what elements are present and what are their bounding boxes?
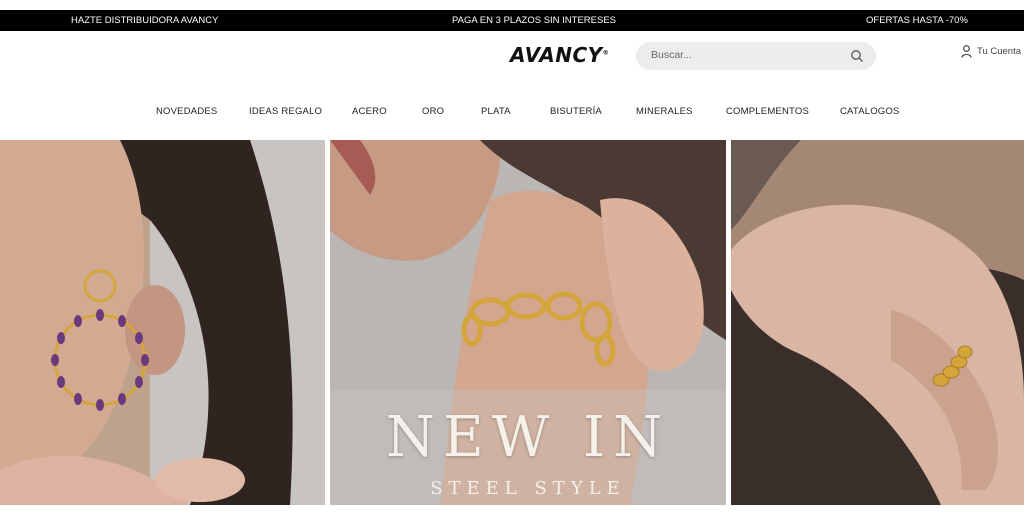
search-input[interactable] — [649, 48, 843, 62]
main-nav: NOVEDADES IDEAS REGALO ACERO ORO PLATA B… — [0, 106, 1024, 122]
nav-item-oro[interactable]: ORO — [422, 106, 444, 117]
promo-bar: HAZTE DISTRIBUIDORA AVANCY PAGA EN 3 PLA… — [0, 10, 1024, 31]
distributor-link[interactable]: HAZTE DISTRIBUIDORA AVANCY — [71, 15, 218, 26]
search-box[interactable] — [636, 42, 876, 70]
hero-title: NEW IN — [385, 405, 671, 470]
account-link[interactable]: Tu Cuenta — [961, 45, 1021, 58]
nav-item-novedades[interactable]: NOVEDADES — [156, 106, 217, 117]
hero-subtitle: STEEL STYLE — [430, 478, 626, 499]
nav-item-bisuteria[interactable]: BISUTERÍA — [550, 106, 602, 117]
account-label: Tu Cuenta — [977, 46, 1022, 57]
nav-item-plata[interactable]: PLATA — [481, 106, 511, 117]
nav-item-catalogos[interactable]: CATALOGOS — [840, 106, 900, 117]
offers-promo[interactable]: OFERTAS HASTA -70% — [866, 15, 968, 26]
brand-logo-text: AVANCY — [510, 43, 603, 67]
search-icon[interactable] — [850, 49, 864, 63]
hero-image-ring — [731, 140, 1024, 505]
brand-logo[interactable]: AVANCY® — [510, 43, 609, 67]
site-header: AVANCY® Tu Cuenta — [0, 31, 1024, 91]
hero-image-earring — [0, 140, 325, 505]
user-icon — [961, 45, 972, 58]
nav-item-complementos[interactable]: COMPLEMENTOS — [726, 106, 809, 117]
nav-item-ideas-regalo[interactable]: IDEAS REGALO — [249, 106, 322, 117]
nav-item-acero[interactable]: ACERO — [352, 106, 387, 117]
nav-item-minerales[interactable]: MINERALES — [636, 106, 693, 117]
installments-promo[interactable]: PAGA EN 3 PLAZOS SIN INTERESES — [452, 15, 616, 26]
